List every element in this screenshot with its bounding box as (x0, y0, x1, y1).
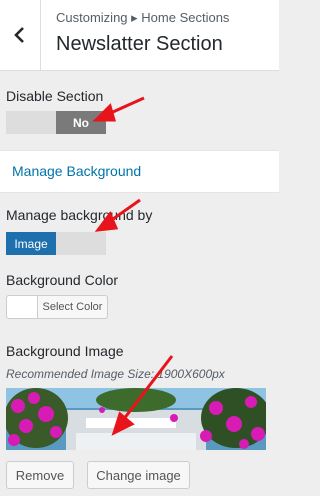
customizer-header: Customizing ▸ Home Sections Newslatter S… (0, 0, 279, 71)
chevron-left-icon (14, 27, 24, 43)
remove-image-button[interactable]: Remove (6, 461, 74, 489)
select-color-button[interactable]: Select Color (6, 295, 108, 319)
toggle-color-segment[interactable] (56, 232, 106, 255)
background-color-label: Background Color (6, 272, 119, 288)
change-image-button[interactable]: Change image (87, 461, 190, 489)
background-image-label: Background Image (6, 343, 124, 359)
disable-section-toggle[interactable]: No (6, 111, 106, 134)
select-color-label: Select Color (42, 301, 103, 313)
image-size-hint: Recommended Image Size: 1900X600px (6, 367, 225, 381)
arrow-line (103, 96, 145, 118)
manage-by-toggle[interactable]: Image (6, 232, 106, 255)
manage-by-label: Manage background by (6, 207, 153, 223)
toggle-off-segment[interactable] (6, 111, 56, 134)
toggle-on-segment[interactable]: No (56, 111, 106, 134)
page-title: Newslatter Section (56, 33, 223, 55)
disable-section-label: Disable Section (6, 88, 104, 104)
breadcrumb: Customizing ▸ Home Sections (56, 10, 230, 25)
manage-background-link[interactable]: Manage Background (0, 150, 279, 193)
color-swatch (7, 296, 38, 318)
background-image-preview (6, 388, 266, 450)
back-button[interactable] (0, 0, 41, 70)
manage-background-label: Manage Background (12, 163, 142, 179)
toggle-image-segment[interactable]: Image (6, 232, 56, 255)
